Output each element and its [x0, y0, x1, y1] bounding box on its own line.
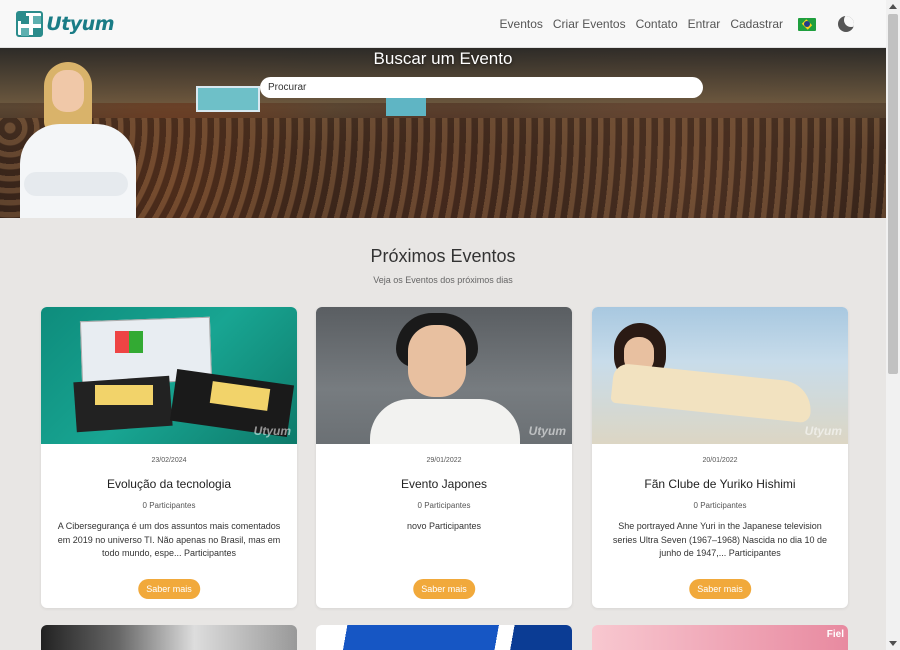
nav-entrar[interactable]: Entrar: [688, 17, 721, 31]
event-card[interactable]: Utyum 23/02/2024 Evolução da tecnologia …: [41, 307, 297, 608]
event-date: 23/02/2024: [151, 457, 187, 464]
event-image[interactable]: Utyum: [316, 307, 572, 444]
event-participants: 0 Participantes: [693, 501, 747, 510]
event-title: Evolução da tecnologia: [106, 477, 232, 491]
nav-criar-eventos[interactable]: Criar Eventos: [553, 17, 626, 31]
watermark: Utyum: [253, 424, 291, 438]
event-image[interactable]: Utyum: [592, 307, 848, 444]
presenter-face: [52, 70, 84, 112]
watermark: Utyum: [804, 424, 842, 438]
event-card[interactable]: Utyum 29/01/2022 Evento Japones 0 Partic…: [316, 307, 572, 608]
event-image[interactable]: Utyum: [41, 307, 297, 444]
presenter-coat: [20, 124, 136, 218]
hero-banner: Buscar um Evento: [0, 48, 886, 218]
event-card[interactable]: Utyum 20/01/2022 Fãn Clube de Yuriko His…: [592, 307, 848, 608]
nav-contato[interactable]: Contato: [636, 17, 678, 31]
event-date: 29/01/2022: [426, 457, 462, 464]
event-description: novo Participantes: [406, 521, 482, 531]
scroll-up-icon[interactable]: [889, 4, 897, 9]
person-uniform: [370, 399, 520, 444]
scroll-thumb[interactable]: [888, 14, 898, 374]
card-image-text: Fiel: [826, 629, 844, 640]
brazil-flag-icon[interactable]: [798, 17, 816, 31]
hero-presenter-image: [14, 62, 136, 218]
event-participants: 0 Participantes: [417, 501, 471, 510]
event-participants: 0 Participantes: [142, 501, 196, 510]
moon-icon[interactable]: [838, 16, 854, 32]
section-title: Próximos Eventos: [370, 246, 516, 266]
nav-cadastrar[interactable]: Cadastrar: [730, 17, 783, 31]
person-dress: [610, 362, 814, 424]
event-description: She portrayed Anne Yuri in the Japanese …: [612, 521, 828, 558]
saber-mais-button[interactable]: Saber mais: [413, 579, 475, 599]
floppy-label: [95, 385, 153, 405]
event-description: A Cibersegurança é um dos assuntos mais …: [57, 521, 281, 558]
event-card-partial[interactable]: [41, 625, 297, 650]
event-title: Fãn Clube de Yuriko Hishimi: [644, 477, 796, 491]
section-subtitle: Veja os Eventos dos próximos dias: [373, 275, 513, 285]
scroll-down-icon[interactable]: [889, 641, 897, 646]
logo[interactable]: Utyum: [16, 10, 114, 38]
top-navbar: Utyum Eventos Criar Eventos Contato Entr…: [0, 0, 886, 48]
person-face: [408, 325, 466, 397]
logo-text: Utyum: [46, 13, 114, 35]
event-date: 20/01/2022: [702, 457, 738, 464]
event-card-partial[interactable]: Fiel: [592, 625, 848, 650]
logo-icon: [16, 11, 44, 37]
search-input[interactable]: [260, 77, 703, 98]
hero-stage-screen: [386, 98, 426, 116]
watermark: Utyum: [528, 424, 566, 438]
windows-logo-icon: [115, 331, 143, 353]
hero-title: Buscar um Evento: [373, 49, 513, 68]
saber-mais-button[interactable]: Saber mais: [689, 579, 751, 599]
event-title: Evento Japones: [400, 477, 488, 491]
main-nav: Eventos Criar Eventos Contato Entrar Cad…: [490, 0, 854, 48]
presenter-arms: [24, 172, 128, 196]
hero-stage-banner: [196, 86, 260, 112]
page-scrollbar[interactable]: [886, 0, 900, 650]
nav-eventos[interactable]: Eventos: [500, 17, 543, 31]
saber-mais-button[interactable]: Saber mais: [138, 579, 200, 599]
event-card-partial[interactable]: [316, 625, 572, 650]
